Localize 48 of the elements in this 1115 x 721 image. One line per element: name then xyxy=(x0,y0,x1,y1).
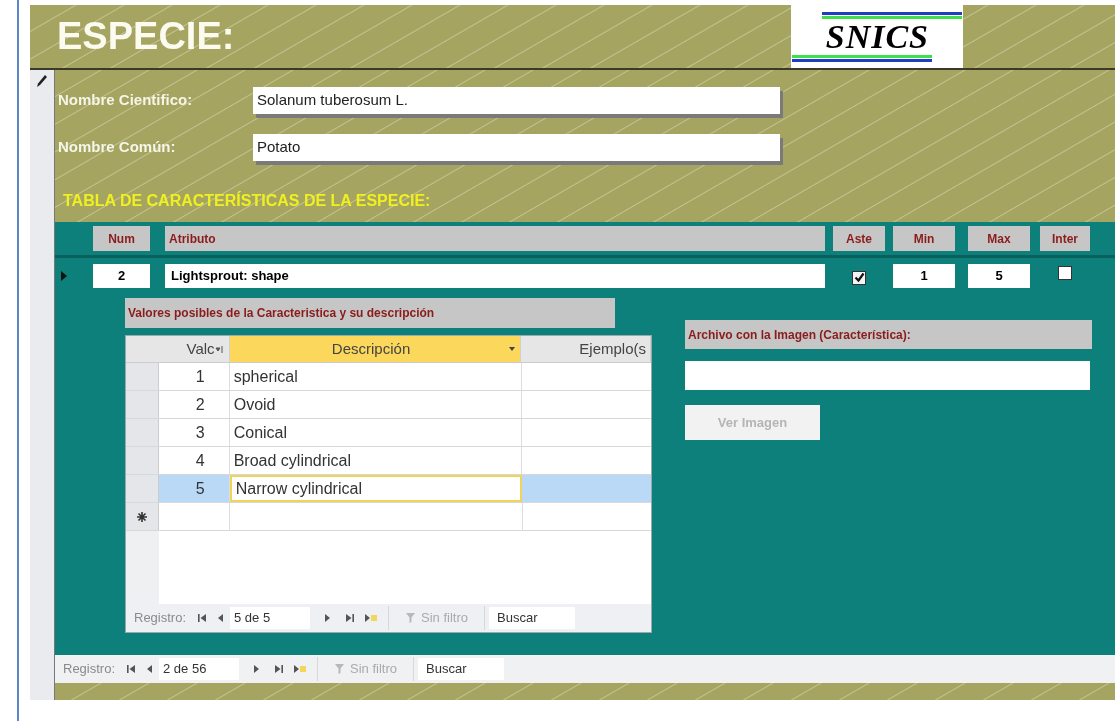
sort-icon xyxy=(214,344,225,354)
column-header[interactable]: Ejemplo(s xyxy=(521,336,651,362)
table-cell: 2 xyxy=(158,391,230,418)
table-cell: 3 xyxy=(158,419,230,446)
column-header: Inter xyxy=(1040,226,1090,251)
section-title: TABLA DE CARACTERÍSTICAS DE LA ESPECIE: xyxy=(63,190,432,211)
table-cell: Broad cylindrical xyxy=(229,447,522,474)
pencil-icon xyxy=(36,74,48,88)
column-header[interactable]: Valc xyxy=(158,336,230,362)
column-header: Atributo xyxy=(165,226,825,251)
record-position-field[interactable]: 5 de 5 xyxy=(230,607,311,629)
image-file-field[interactable] xyxy=(685,361,1090,390)
search-field[interactable]: Buscar xyxy=(418,658,504,680)
field-label: Nombre Común: xyxy=(57,137,177,158)
image-file-label: Archivo con la Imagen (Característica): xyxy=(685,320,1092,349)
search-field[interactable]: Buscar xyxy=(489,607,575,629)
checkbox[interactable] xyxy=(852,270,866,285)
filter-icon xyxy=(405,612,418,624)
new-record-icon xyxy=(364,611,379,625)
column-header: Aste xyxy=(833,226,885,251)
column-header: Min xyxy=(893,226,955,251)
form-title: ESPECIE: xyxy=(57,14,235,59)
record-label: Registro: xyxy=(62,660,117,679)
column-header[interactable]: Descripción xyxy=(229,336,522,362)
max-field[interactable]: 5 xyxy=(968,263,1030,288)
table-cell: Ovoid xyxy=(229,391,522,418)
min-field[interactable]: 1 xyxy=(893,263,955,288)
num-field[interactable]: 2 xyxy=(93,263,150,288)
record-position-field[interactable]: 2 de 56 xyxy=(159,658,240,680)
new-row-icon xyxy=(136,510,148,523)
table-cell: Conical xyxy=(229,419,522,446)
table-cell: spherical xyxy=(229,363,522,390)
table-cell: 4 xyxy=(158,447,230,474)
filter-icon xyxy=(334,663,347,675)
column-header: Num xyxy=(93,226,150,251)
table-cell: Narrow cylindrical xyxy=(229,475,522,502)
record-label: Registro: xyxy=(133,609,188,628)
subform-title: Valores posibles de la Caracteristica y su descripción xyxy=(125,298,615,328)
field-label: Nombre Cientifico: xyxy=(57,90,194,111)
table-cell: 1 xyxy=(158,363,230,390)
logo: SNICS xyxy=(791,5,964,68)
attribute-field[interactable]: Lightsprout: shape xyxy=(165,263,825,288)
checkbox[interactable] xyxy=(1058,265,1072,280)
column-header: Max xyxy=(968,226,1030,251)
table-cell: 5 xyxy=(158,475,230,502)
dropdown-icon xyxy=(508,346,517,352)
new-record-icon xyxy=(293,662,308,676)
row-selector[interactable] xyxy=(126,503,159,530)
